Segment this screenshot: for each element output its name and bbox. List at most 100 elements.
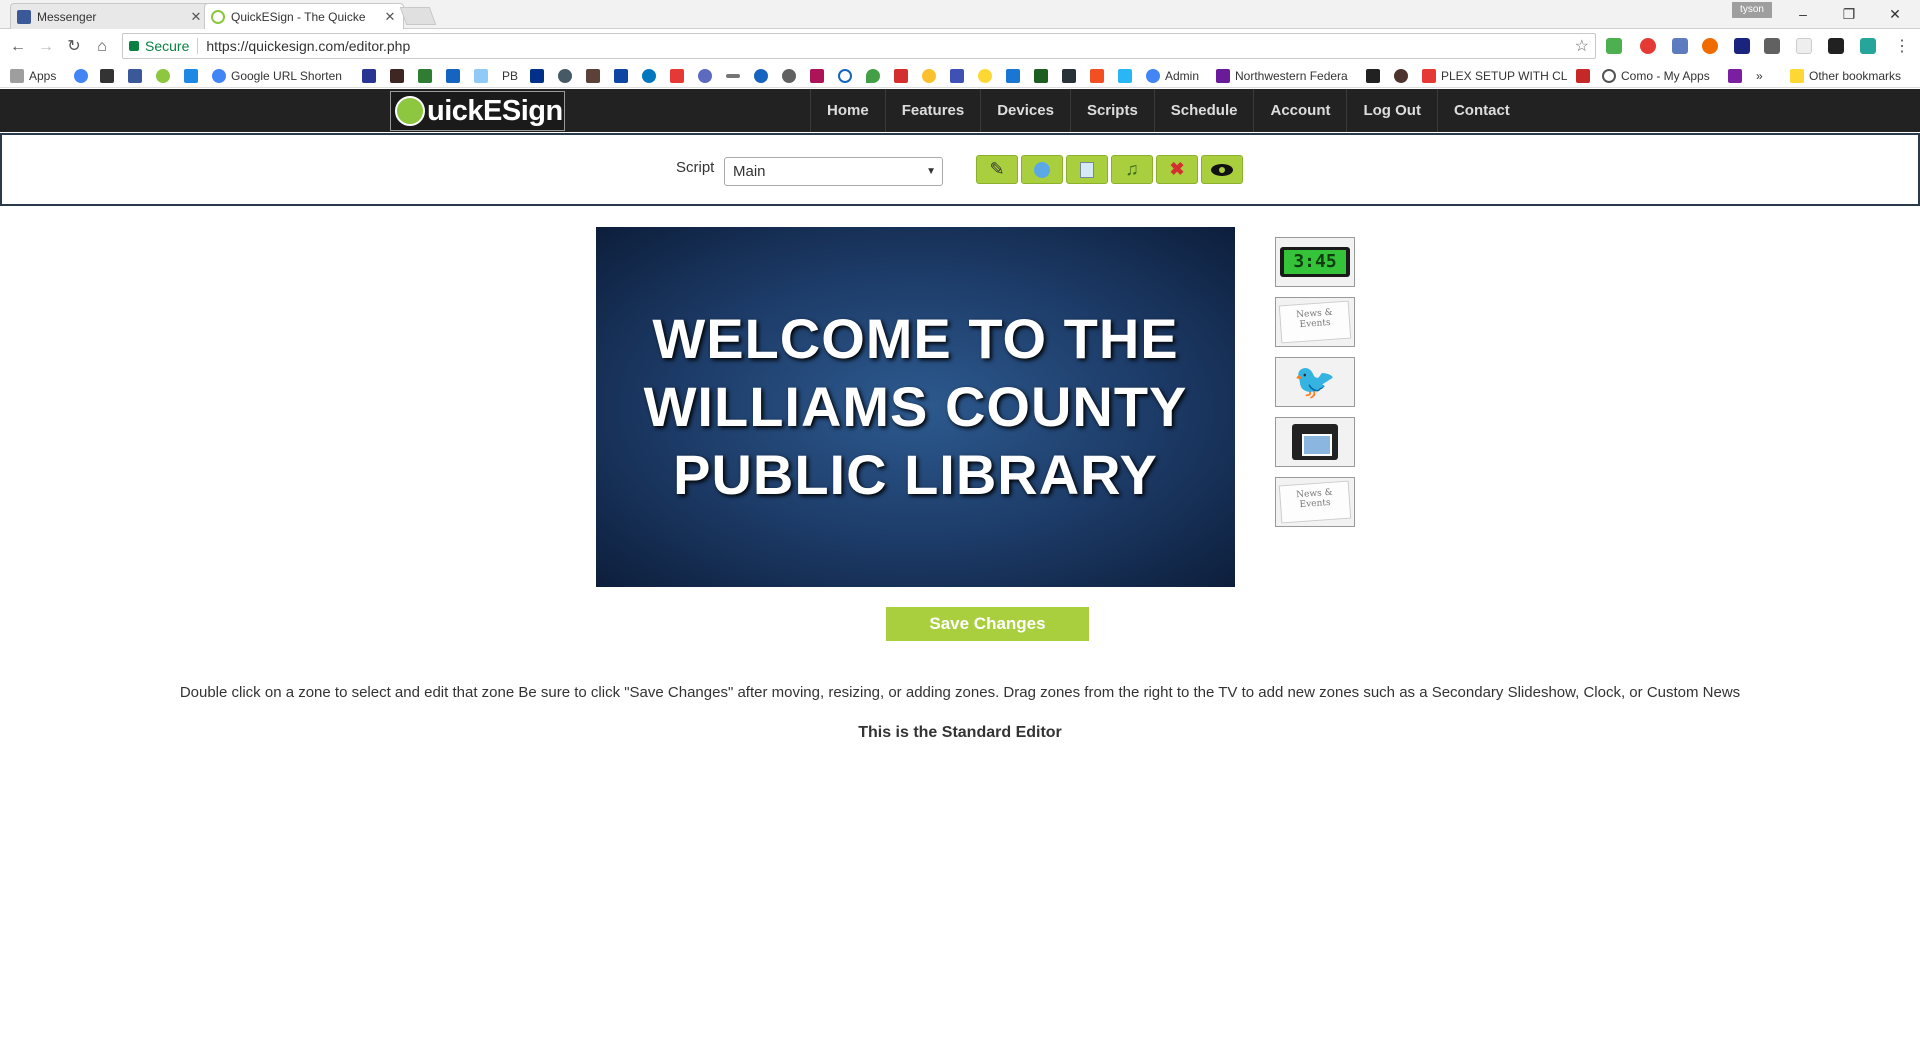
- nav-log-out[interactable]: Log Out: [1346, 89, 1436, 132]
- bookmark-site[interactable]: [418, 68, 432, 84]
- bookmark-admin[interactable]: Admin: [1146, 68, 1206, 84]
- extension-icon[interactable]: [1606, 38, 1622, 54]
- bookmark-site[interactable]: [950, 68, 964, 84]
- close-icon[interactable]: ✕: [189, 9, 203, 25]
- bookmark-site[interactable]: [754, 68, 768, 84]
- bookmark-site[interactable]: [726, 68, 740, 84]
- restore-icon[interactable]: ❐: [1834, 4, 1864, 24]
- site-icon: [698, 69, 712, 83]
- bookmark-facebook[interactable]: [128, 68, 142, 84]
- clock-zone[interactable]: 3:45: [1275, 237, 1355, 287]
- nav-account[interactable]: Account: [1253, 89, 1346, 132]
- extension-icon[interactable]: [1764, 38, 1780, 54]
- bookmark-youtube[interactable]: [670, 68, 684, 84]
- nav-contact[interactable]: Contact: [1436, 89, 1526, 132]
- main-nav: Home Features Devices Scripts Schedule A…: [810, 89, 1526, 132]
- bookmark-google-url-shortener[interactable]: Google URL Shorten: [212, 68, 352, 84]
- menu-icon[interactable]: ⋮: [1890, 35, 1914, 59]
- bookmark-pb[interactable]: PB: [502, 68, 518, 84]
- tab-messenger[interactable]: Messenger ✕: [10, 3, 210, 29]
- bookmark-paypal[interactable]: [530, 68, 544, 84]
- bookmark-site[interactable]: [838, 68, 852, 84]
- bookmark-site[interactable]: [698, 68, 712, 84]
- bookmark-quickesign[interactable]: [156, 68, 170, 84]
- home-icon[interactable]: ⌂: [90, 35, 114, 59]
- bookmark-plex-setup[interactable]: PLEX SETUP WITH CL: [1422, 68, 1572, 84]
- window-close-icon[interactable]: ✕: [1880, 4, 1910, 24]
- bookmark-site[interactable]: [474, 68, 488, 84]
- address-bar[interactable]: Secure https://quickesign.com/editor.php…: [122, 33, 1596, 59]
- bookmark-other[interactable]: Other bookmarks: [1790, 68, 1916, 84]
- reload-icon[interactable]: ↻: [62, 35, 86, 59]
- bookmark-apple[interactable]: [782, 68, 796, 84]
- bookmark-site[interactable]: [1118, 68, 1132, 84]
- extension-icon[interactable]: [1796, 38, 1812, 54]
- edit-script-button[interactable]: ✎: [976, 155, 1018, 184]
- bookmark-star-icon[interactable]: ☆: [1575, 36, 1589, 56]
- news-zone[interactable]: News & Events: [1275, 297, 1355, 347]
- back-icon[interactable]: ←: [6, 35, 30, 59]
- bookmark-site[interactable]: [446, 68, 460, 84]
- bookmark-site[interactable]: [390, 68, 404, 84]
- bookmark-site[interactable]: [894, 68, 908, 84]
- minimize-icon[interactable]: –: [1788, 4, 1818, 24]
- slideshow-zone[interactable]: [1275, 417, 1355, 467]
- music-button[interactable]: ♫: [1111, 155, 1153, 184]
- bookmark-apps[interactable]: Apps: [10, 68, 56, 84]
- bookmark-site[interactable]: [642, 68, 656, 84]
- bookmark-messages[interactable]: [184, 68, 198, 84]
- bookmark-site[interactable]: [614, 68, 628, 84]
- nav-home[interactable]: Home: [810, 89, 885, 132]
- copy-script-button[interactable]: [1066, 155, 1108, 184]
- tv-slide-text[interactable]: WELCOME TO THE WILLIAMS COUNTY PUBLIC LI…: [636, 305, 1196, 509]
- new-tab-button[interactable]: [399, 7, 437, 25]
- twitter-zone[interactable]: 🐦: [1275, 357, 1355, 407]
- bookmark-site[interactable]: [866, 68, 880, 84]
- nav-scripts[interactable]: Scripts: [1069, 89, 1154, 132]
- site-icon: [558, 69, 572, 83]
- bookmarks-overflow[interactable]: »: [1756, 68, 1763, 84]
- bookmark-como[interactable]: Como - My Apps: [1602, 68, 1712, 84]
- yahoo-icon: [1216, 69, 1230, 83]
- bookmark-site[interactable]: [1366, 68, 1380, 84]
- close-icon[interactable]: ✕: [383, 9, 397, 25]
- bookmark-amazon[interactable]: [100, 68, 114, 84]
- nav-features[interactable]: Features: [884, 89, 981, 132]
- site-icon: [390, 69, 404, 83]
- bookmark-northwestern[interactable]: Northwestern Federa: [1216, 68, 1356, 84]
- bookmark-google[interactable]: [74, 68, 88, 84]
- nav-devices[interactable]: Devices: [980, 89, 1070, 132]
- alert-extension-icon[interactable]: [1702, 38, 1718, 54]
- extension-icon[interactable]: [1672, 38, 1688, 54]
- bookmark-ups[interactable]: [586, 68, 600, 84]
- tab-quickesign[interactable]: QuickESign - The Quicke ✕: [204, 3, 404, 29]
- script-select[interactable]: Main ▼: [724, 157, 943, 186]
- amazon-icon[interactable]: [1828, 38, 1844, 54]
- site-logo[interactable]: uickESign: [390, 91, 565, 131]
- bookmark-extension-icon[interactable]: [1734, 38, 1750, 54]
- bookmark-site[interactable]: [978, 68, 992, 84]
- extension-icon[interactable]: [1860, 38, 1876, 54]
- profile-badge[interactable]: tyson: [1732, 2, 1772, 18]
- bookmark-site[interactable]: [1062, 68, 1076, 84]
- bookmark-windows[interactable]: [1090, 68, 1104, 84]
- bookmark-music[interactable]: [1006, 68, 1020, 84]
- web-zone-button[interactable]: [1021, 155, 1063, 184]
- bookmark-site[interactable]: [810, 68, 824, 84]
- adblock-icon[interactable]: [1640, 38, 1656, 54]
- delete-script-button[interactable]: ✖: [1156, 155, 1198, 184]
- bookmark-site[interactable]: [558, 68, 572, 84]
- bookmark-site[interactable]: [1034, 68, 1048, 84]
- nav-schedule[interactable]: Schedule: [1153, 89, 1254, 132]
- bookmark-site[interactable]: [362, 68, 376, 84]
- tv-canvas[interactable]: WELCOME TO THE WILLIAMS COUNTY PUBLIC LI…: [596, 227, 1235, 587]
- bookmark-label: PB: [502, 69, 519, 83]
- bookmark-site[interactable]: [1728, 68, 1742, 84]
- preview-button[interactable]: [1201, 155, 1243, 184]
- custom-news-zone[interactable]: News & Events: [1275, 477, 1355, 527]
- bookmark-site[interactable]: [1394, 68, 1408, 84]
- forward-icon[interactable]: →: [34, 35, 58, 59]
- bookmark-walmart[interactable]: [922, 68, 936, 84]
- save-changes-button[interactable]: Save Changes: [886, 607, 1089, 641]
- bookmark-site[interactable]: [1576, 68, 1590, 84]
